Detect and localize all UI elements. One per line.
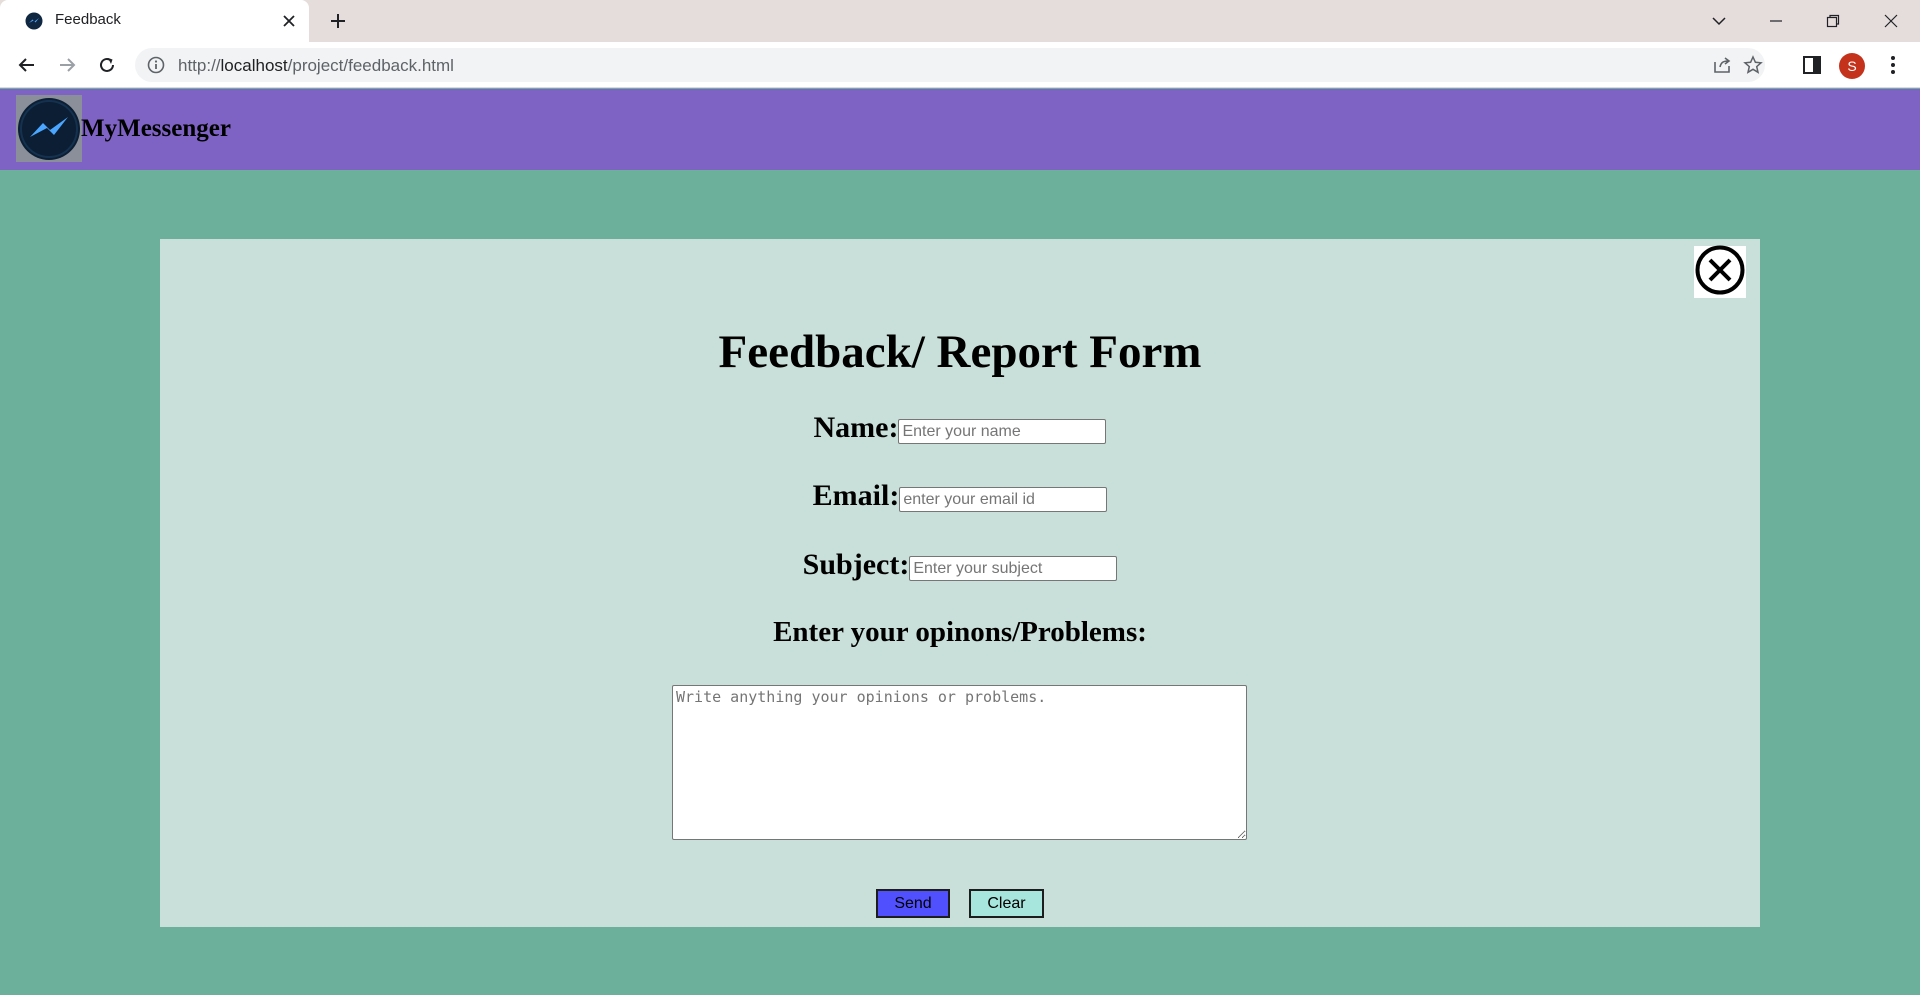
email-input[interactable]: [899, 487, 1108, 512]
browser-toolbar: http://localhost/project/feedback.html S: [0, 42, 1920, 88]
tab-close-icon[interactable]: [278, 10, 300, 32]
browser-tab-feedback[interactable]: Feedback: [0, 0, 309, 42]
minimize-icon[interactable]: [1761, 6, 1791, 36]
tab-search-chevron-icon[interactable]: [1704, 6, 1734, 36]
url-path: /project/feedback.html: [287, 56, 454, 75]
site-title: MyMessenger: [81, 115, 231, 142]
subject-input[interactable]: [909, 556, 1118, 581]
email-label: Email:: [812, 479, 900, 512]
share-icon[interactable]: [1712, 54, 1734, 76]
bookmark-star-icon[interactable]: [1742, 54, 1764, 76]
reload-icon[interactable]: [92, 50, 122, 80]
tab-title: Feedback: [55, 11, 121, 28]
close-window-icon[interactable]: [1876, 6, 1906, 36]
more-menu-icon[interactable]: [1880, 52, 1906, 78]
side-panel-icon[interactable]: [1799, 52, 1825, 78]
opinions-label: Enter your opinons/Problems:: [773, 616, 1147, 648]
browser-tabstrip: Feedback: [0, 0, 1920, 42]
clear-button[interactable]: Clear: [969, 889, 1044, 918]
address-bar[interactable]: http://localhost/project/feedback.html: [135, 48, 1765, 82]
url-host: localhost: [220, 56, 288, 75]
site-header: MyMessenger: [0, 89, 1920, 170]
address-url: http://localhost/project/feedback.html: [178, 56, 454, 76]
subject-label: Subject:: [802, 548, 910, 581]
back-arrow-icon[interactable]: [12, 50, 42, 80]
subject-row: Subject:: [160, 548, 1760, 582]
name-label: Name:: [813, 411, 899, 444]
forward-arrow-icon[interactable]: [52, 50, 82, 80]
close-form-button[interactable]: [1694, 245, 1746, 300]
messenger-favicon-icon: [25, 12, 43, 30]
profile-avatar[interactable]: S: [1839, 53, 1865, 79]
email-row: Email:: [160, 479, 1760, 513]
site-info-icon[interactable]: [147, 56, 165, 74]
send-button[interactable]: Send: [876, 889, 950, 918]
url-scheme: http://: [178, 56, 221, 75]
opinions-textarea[interactable]: [672, 685, 1247, 840]
new-tab-plus-icon[interactable]: [326, 9, 350, 33]
messenger-logo-icon: [16, 95, 82, 162]
feedback-panel: Feedback/ Report Form Name: Email: Subje…: [160, 239, 1760, 927]
name-row: Name:: [160, 411, 1760, 445]
close-circle-icon: [1695, 245, 1745, 300]
form-title: Feedback/ Report Form: [718, 326, 1202, 378]
name-input[interactable]: [898, 419, 1107, 444]
restore-icon[interactable]: [1818, 6, 1848, 36]
